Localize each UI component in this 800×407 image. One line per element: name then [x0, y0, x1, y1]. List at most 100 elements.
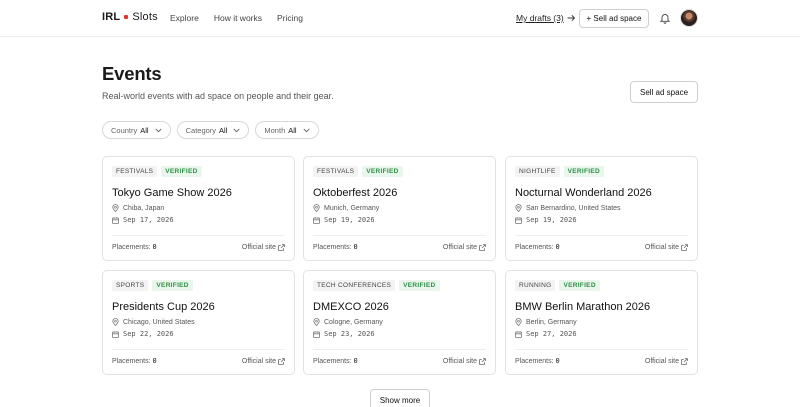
event-title[interactable]: DMEXCO 2026 — [313, 301, 389, 313]
brand-name-slots: Slots — [132, 11, 158, 23]
placements-label: Placements: — [313, 244, 352, 251]
month-filter-label: Month — [264, 125, 286, 135]
event-date: Sep 17, 2026 — [123, 216, 174, 224]
month-filter[interactable]: Month All — [255, 121, 319, 139]
event-date: Sep 19, 2026 — [324, 216, 375, 224]
placements-count: Placements: 0 — [313, 243, 358, 251]
main-nav: Explore How it works Pricing — [170, 13, 303, 23]
event-title[interactable]: Nocturnal Wonderland 2026 — [515, 187, 652, 199]
category-tag: FESTIVALS — [112, 166, 158, 177]
placements-label: Placements: — [515, 358, 554, 365]
chevron-down-icon — [233, 128, 240, 132]
chevron-down-icon — [155, 128, 162, 132]
sell-ad-space-button[interactable]: Sell ad space — [630, 81, 698, 103]
nav-pricing[interactable]: Pricing — [277, 13, 303, 23]
brand-dot — [124, 15, 129, 19]
event-location: San Bernardino, United States — [526, 204, 621, 212]
official-site-link[interactable]: Official site — [645, 357, 688, 365]
event-title[interactable]: BMW Berlin Marathon 2026 — [515, 301, 650, 313]
event-card[interactable]: RUNNING VERIFIED BMW Berlin Marathon 2026… — [505, 270, 698, 375]
event-date: Sep 23, 2026 — [324, 330, 375, 338]
page-subtitle: Real-world events with ad space on peopl… — [102, 91, 334, 101]
my-drafts-link[interactable]: My drafts (3) — [516, 13, 576, 23]
official-site-link[interactable]: Official site — [242, 243, 285, 251]
official-site-label: Official site — [644, 357, 679, 365]
placements-value: 0 — [555, 243, 560, 251]
event-title[interactable]: Presidents Cup 2026 — [112, 301, 215, 313]
official-site-label: Official site — [241, 243, 276, 251]
calendar-icon — [313, 216, 320, 224]
filter-bar: Country All Category All Month All — [102, 121, 319, 139]
calendar-icon — [313, 330, 320, 338]
bell-icon[interactable] — [659, 12, 671, 24]
placements-count: Placements: 0 — [112, 243, 157, 251]
external-link-icon — [681, 357, 688, 365]
event-card[interactable]: TECH CONFERENCES VERIFIED DMEXCO 2026 Col… — [303, 270, 496, 375]
placements-count: Placements: 0 — [515, 243, 560, 251]
external-link-icon — [681, 243, 688, 251]
placements-count: Placements: 0 — [313, 357, 358, 365]
placements-count: Placements: 0 — [112, 357, 157, 365]
placements-value: 0 — [353, 357, 358, 365]
official-site-label: Official site — [644, 243, 679, 251]
category-tag: FESTIVALS — [313, 166, 359, 177]
user-avatar[interactable] — [680, 9, 698, 27]
my-drafts-label: My drafts (3) — [516, 13, 564, 23]
map-pin-icon — [313, 204, 320, 212]
nav-explore[interactable]: Explore — [170, 13, 199, 23]
placements-value: 0 — [152, 243, 157, 251]
verified-badge: VERIFIED — [362, 166, 403, 177]
placements-label: Placements: — [112, 358, 151, 365]
official-site-label: Official site — [442, 243, 477, 251]
official-site-link[interactable]: Official site — [443, 243, 486, 251]
calendar-icon — [112, 216, 119, 224]
category-tag: RUNNING — [515, 280, 556, 291]
placements-label: Placements: — [313, 358, 352, 365]
map-pin-icon — [515, 318, 522, 326]
arrow-right-icon — [567, 14, 575, 22]
sell-ad-space-header-button[interactable]: + Sell ad space — [579, 9, 649, 28]
official-site-link[interactable]: Official site — [443, 357, 486, 365]
map-pin-icon — [313, 318, 320, 326]
map-pin-icon — [515, 204, 522, 212]
verified-badge: VERIFIED — [559, 280, 600, 291]
event-card[interactable]: FESTIVALS VERIFIED Tokyo Game Show 2026 C… — [102, 156, 295, 261]
show-more-button[interactable]: Show more — [370, 389, 430, 407]
event-title[interactable]: Tokyo Game Show 2026 — [112, 187, 232, 199]
category-tag: NIGHTLIFE — [515, 166, 560, 177]
category-filter[interactable]: Category All — [176, 121, 250, 139]
calendar-icon — [515, 330, 522, 338]
event-card[interactable]: FESTIVALS VERIFIED Oktoberfest 2026 Munic… — [303, 156, 496, 261]
event-card[interactable]: SPORTS VERIFIED Presidents Cup 2026 Chica… — [102, 270, 295, 375]
external-link-icon — [479, 357, 486, 365]
event-location: Chiba, Japan — [123, 204, 165, 212]
official-site-label: Official site — [241, 357, 276, 365]
map-pin-icon — [112, 318, 119, 326]
nav-how-it-works[interactable]: How it works — [214, 13, 262, 23]
placements-value: 0 — [555, 357, 560, 365]
top-navigation-bar: IRL Slots Explore How it works Pricing M… — [0, 0, 800, 37]
country-filter[interactable]: Country All — [102, 121, 171, 139]
page-title: Events — [102, 63, 162, 84]
country-filter-value: All — [140, 125, 149, 135]
external-link-icon — [479, 243, 486, 251]
placements-label: Placements: — [515, 244, 554, 251]
brand-name-irl: IRL — [102, 11, 121, 23]
event-card[interactable]: NIGHTLIFE VERIFIED Nocturnal Wonderland 2… — [505, 156, 698, 261]
event-date: Sep 22, 2026 — [123, 330, 174, 338]
official-site-link[interactable]: Official site — [242, 357, 285, 365]
brand-logo[interactable]: IRL Slots — [102, 11, 158, 23]
placements-label: Placements: — [112, 244, 151, 251]
official-site-link[interactable]: Official site — [645, 243, 688, 251]
event-date: Sep 19, 2026 — [526, 216, 577, 224]
official-site-label: Official site — [442, 357, 477, 365]
category-tag: TECH CONFERENCES — [313, 280, 396, 291]
external-link-icon — [278, 357, 285, 365]
event-title[interactable]: Oktoberfest 2026 — [313, 187, 397, 199]
event-location: Chicago, United States — [123, 318, 195, 326]
category-filter-label: Category — [185, 125, 217, 135]
event-location: Berlin, Germany — [526, 318, 577, 326]
map-pin-icon — [112, 204, 119, 212]
category-filter-value: All — [219, 125, 228, 135]
external-link-icon — [278, 243, 285, 251]
